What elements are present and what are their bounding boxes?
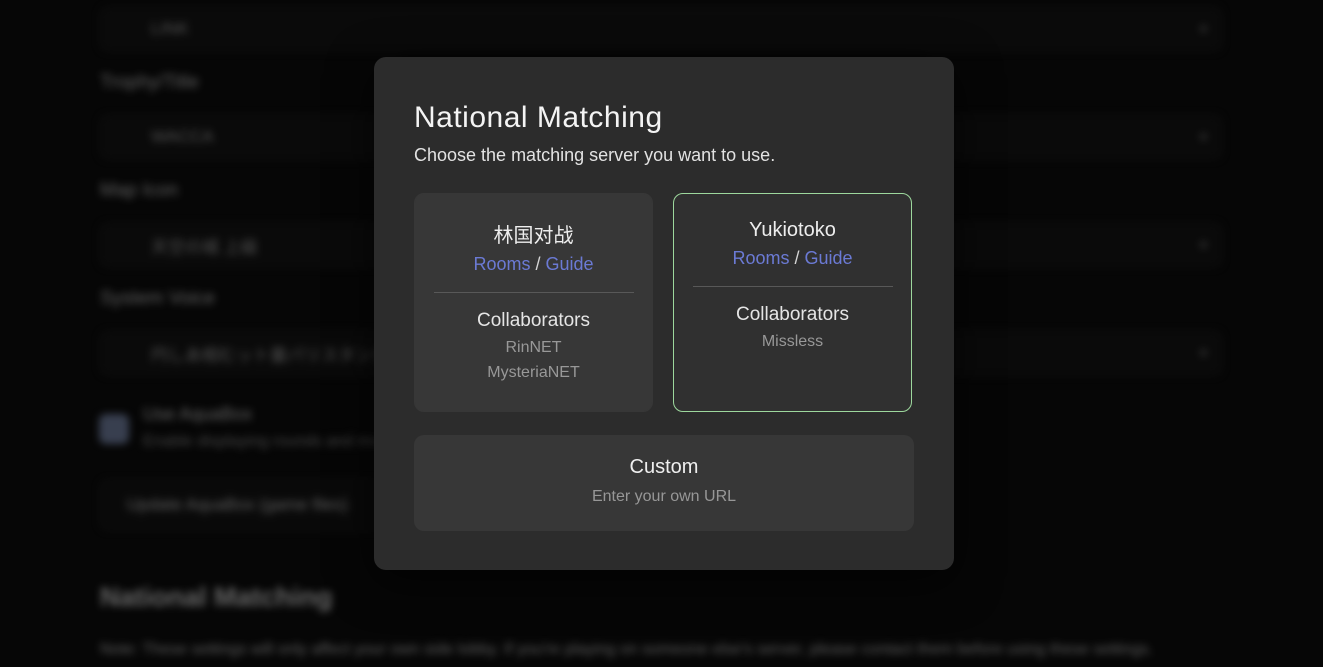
guide-link[interactable]: Guide [545,254,593,274]
server-card-yukiotoko[interactable]: Yukiotoko Rooms / Guide Collaborators Mi… [673,193,912,412]
collaborator-name: RinNET [415,339,652,357]
collaborator-name: Missless [674,333,911,351]
page: LINK ▾ Trophy/Title WACCA ▾ Map Icon 天空の… [0,0,1323,667]
link-separator: / [789,248,804,268]
modal-subtitle: Choose the matching server you want to u… [414,145,914,166]
server-links: Rooms / Guide [674,248,911,269]
server-card-linguoduizhan[interactable]: 林国对战 Rooms / Guide Collaborators RinNET … [414,193,653,412]
server-links: Rooms / Guide [415,254,652,275]
rooms-link[interactable]: Rooms [732,248,789,268]
guide-link[interactable]: Guide [804,248,852,268]
card-divider [693,286,893,287]
server-name: 林国对战 [415,219,652,248]
server-name: Yukiotoko [674,219,911,242]
server-options-row: 林国对战 Rooms / Guide Collaborators RinNET … [414,193,914,412]
link-separator: / [530,254,545,274]
custom-server-card[interactable]: Custom Enter your own URL [414,435,914,531]
rooms-link[interactable]: Rooms [473,254,530,274]
custom-card-title: Custom [414,456,914,479]
custom-card-subtitle: Enter your own URL [414,488,914,506]
collaborator-name: MysteriaNET [415,364,652,382]
modal-title: National Matching [414,101,914,135]
national-matching-modal: National Matching Choose the matching se… [374,57,954,570]
collaborators-heading: Collaborators [415,310,652,332]
card-divider [434,292,634,293]
collaborators-heading: Collaborators [674,304,911,326]
